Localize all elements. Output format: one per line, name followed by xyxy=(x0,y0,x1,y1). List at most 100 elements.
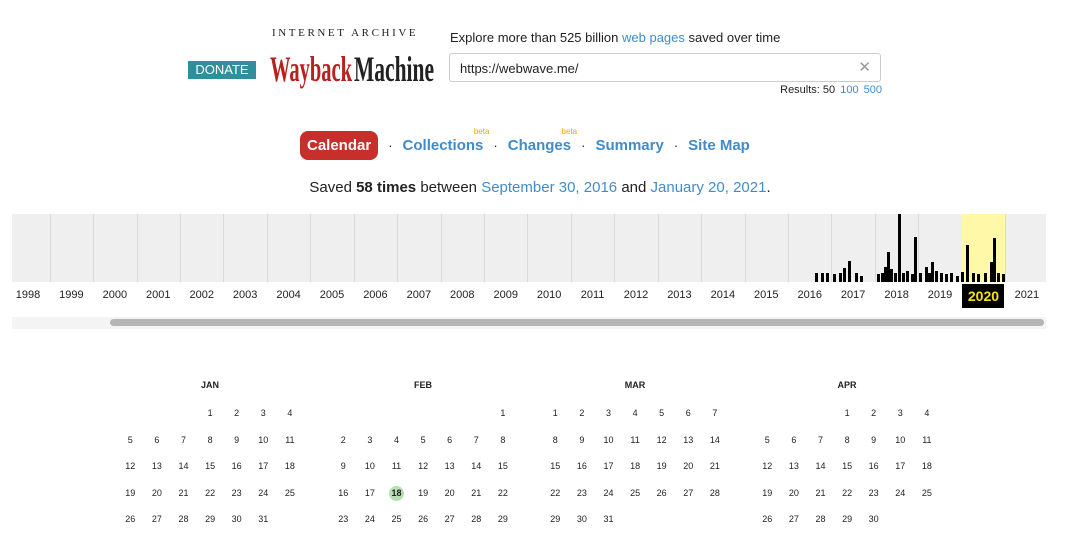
month-apr: APR 1 2 3 4 5 6 7 8 9 10 11 12 13 14 15 16 17 18 19 20 21 22 23… xyxy=(754,380,940,539)
wayback-machine-logo[interactable]: INTERNET ARCHIVE Wayback Machine xyxy=(270,27,438,89)
tab-site-map[interactable]: Site Map xyxy=(688,137,750,154)
year-label-2008[interactable]: 2008 xyxy=(442,289,482,301)
year-label-2012[interactable]: 2012 xyxy=(616,289,656,301)
capture-density-bar[interactable] xyxy=(855,273,858,282)
year-label-1998[interactable]: 1998 xyxy=(8,289,48,301)
day-number: 23 xyxy=(338,514,349,525)
capture-density-bar[interactable] xyxy=(961,272,964,282)
year-label-2001[interactable]: 2001 xyxy=(138,289,178,301)
capture-density-bar[interactable] xyxy=(956,276,959,282)
calendar-day: 18 xyxy=(914,459,941,486)
clear-icon[interactable]: ✕ xyxy=(858,59,871,77)
tab-collections[interactable]: Collections beta xyxy=(403,127,490,154)
day-number: 8 xyxy=(552,434,558,445)
day-number: 22 xyxy=(550,487,561,498)
year-label-2017[interactable]: 2017 xyxy=(833,289,873,301)
calendar-day: 20 xyxy=(144,486,171,513)
tab-summary[interactable]: Summary xyxy=(595,137,663,154)
calendar-day: 17 xyxy=(887,459,914,486)
calendar-day: 11 xyxy=(383,459,410,486)
capture-density-bar[interactable] xyxy=(898,214,901,282)
calendar-day: 2 xyxy=(860,406,887,433)
results-100-link[interactable]: 100 xyxy=(840,84,858,96)
day-number: 21 xyxy=(178,487,189,498)
capture-density-bar[interactable] xyxy=(1002,274,1005,282)
timeline-scrollbar[interactable] xyxy=(12,317,1046,329)
year-label-2005[interactable]: 2005 xyxy=(312,289,352,301)
capture-density-bar[interactable] xyxy=(914,237,917,282)
year-label-2021[interactable]: 2021 xyxy=(1007,289,1047,301)
last-capture-link[interactable]: January 20, 2021 xyxy=(651,179,767,196)
capture-density-bar[interactable] xyxy=(848,261,851,282)
day-number: 20 xyxy=(444,487,455,498)
capture-density-bar[interactable] xyxy=(931,262,934,282)
year-label-2016[interactable]: 2016 xyxy=(790,289,830,301)
year-label-2006[interactable]: 2006 xyxy=(355,289,395,301)
capture-density-bar[interactable] xyxy=(877,274,880,282)
calendar-day: 22 xyxy=(542,486,569,513)
results-500-link[interactable]: 500 xyxy=(864,84,882,96)
year-label-2000[interactable]: 2000 xyxy=(95,289,135,301)
year-separator xyxy=(93,214,95,282)
capture-density-bar[interactable] xyxy=(972,273,975,282)
day-number: 1 xyxy=(552,408,558,418)
capture-density-bar[interactable] xyxy=(815,273,818,282)
capture-density-bar[interactable] xyxy=(977,274,980,282)
year-label-2010[interactable]: 2010 xyxy=(529,289,569,301)
capture-density-bar[interactable] xyxy=(940,273,943,282)
capture-density-bar[interactable] xyxy=(984,273,987,282)
capture-density-bar[interactable] xyxy=(945,274,948,282)
web-pages-link[interactable]: web pages xyxy=(622,30,685,45)
tab-separator: · xyxy=(493,137,498,153)
capture-density-bar[interactable] xyxy=(993,238,996,282)
year-label-2013[interactable]: 2013 xyxy=(659,289,699,301)
capture-density-bar[interactable] xyxy=(860,276,863,282)
year-label-2020[interactable]: 2020 xyxy=(962,284,1005,308)
calendar-day: 9 xyxy=(330,459,357,486)
first-capture-link[interactable]: September 30, 2016 xyxy=(481,179,617,196)
capture-day[interactable]: 18 xyxy=(383,485,410,513)
capture-density-bar[interactable] xyxy=(997,273,1000,282)
capture-density-bar[interactable] xyxy=(890,269,893,282)
tab-calendar[interactable]: Calendar xyxy=(300,130,379,160)
capture-density-bar[interactable] xyxy=(821,273,824,282)
year-label-2002[interactable]: 2002 xyxy=(182,289,222,301)
year-label-2019[interactable]: 2019 xyxy=(920,289,960,301)
year-label-2011[interactable]: 2011 xyxy=(573,289,613,301)
capture-density-bar[interactable] xyxy=(894,273,897,282)
tab-changes[interactable]: Changes beta xyxy=(508,127,577,154)
day-number: 10 xyxy=(258,434,269,445)
capture-density-bar[interactable] xyxy=(839,273,842,282)
day-number[interactable]: 18 xyxy=(388,485,404,501)
capture-density-bar[interactable] xyxy=(826,273,829,282)
year-label-2009[interactable]: 2009 xyxy=(486,289,526,301)
donate-button[interactable]: DONATE xyxy=(188,61,256,79)
capture-timeline-sparkline[interactable] xyxy=(12,214,1046,282)
capture-density-bar[interactable] xyxy=(833,274,836,282)
year-label-1999[interactable]: 1999 xyxy=(51,289,91,301)
year-separator xyxy=(918,214,920,282)
capture-density-bar[interactable] xyxy=(950,273,953,282)
capture-density-bar[interactable] xyxy=(935,271,938,282)
calendar-day: 26 xyxy=(648,486,675,513)
day-number: 2 xyxy=(340,434,346,445)
year-label-2007[interactable]: 2007 xyxy=(399,289,439,301)
capture-density-bar[interactable] xyxy=(843,268,846,282)
timeline-scrollbar-thumb[interactable] xyxy=(110,319,1044,326)
calendar-day: 2 xyxy=(223,406,250,433)
calendar-day: 7 xyxy=(807,433,834,460)
capture-density-bar[interactable] xyxy=(919,273,922,282)
calendar-day: 12 xyxy=(648,433,675,460)
month-jan: JAN 1 2 3 4 5 6 7 8 9 10 11 12 13 14 15 16 17 18 19 20 21 22 23… xyxy=(117,380,303,539)
year-label-2004[interactable]: 2004 xyxy=(269,289,309,301)
capture-density-bar[interactable] xyxy=(906,271,909,282)
year-label-2014[interactable]: 2014 xyxy=(703,289,743,301)
year-label-2015[interactable]: 2015 xyxy=(746,289,786,301)
capture-density-bar[interactable] xyxy=(966,245,969,282)
capture-density-bar[interactable] xyxy=(902,273,905,282)
year-label-2003[interactable]: 2003 xyxy=(225,289,265,301)
url-search-box[interactable]: ✕ xyxy=(449,53,881,82)
year-label-2018[interactable]: 2018 xyxy=(877,289,917,301)
url-search-input[interactable] xyxy=(460,59,840,77)
calendar-day: 6 xyxy=(675,406,702,433)
